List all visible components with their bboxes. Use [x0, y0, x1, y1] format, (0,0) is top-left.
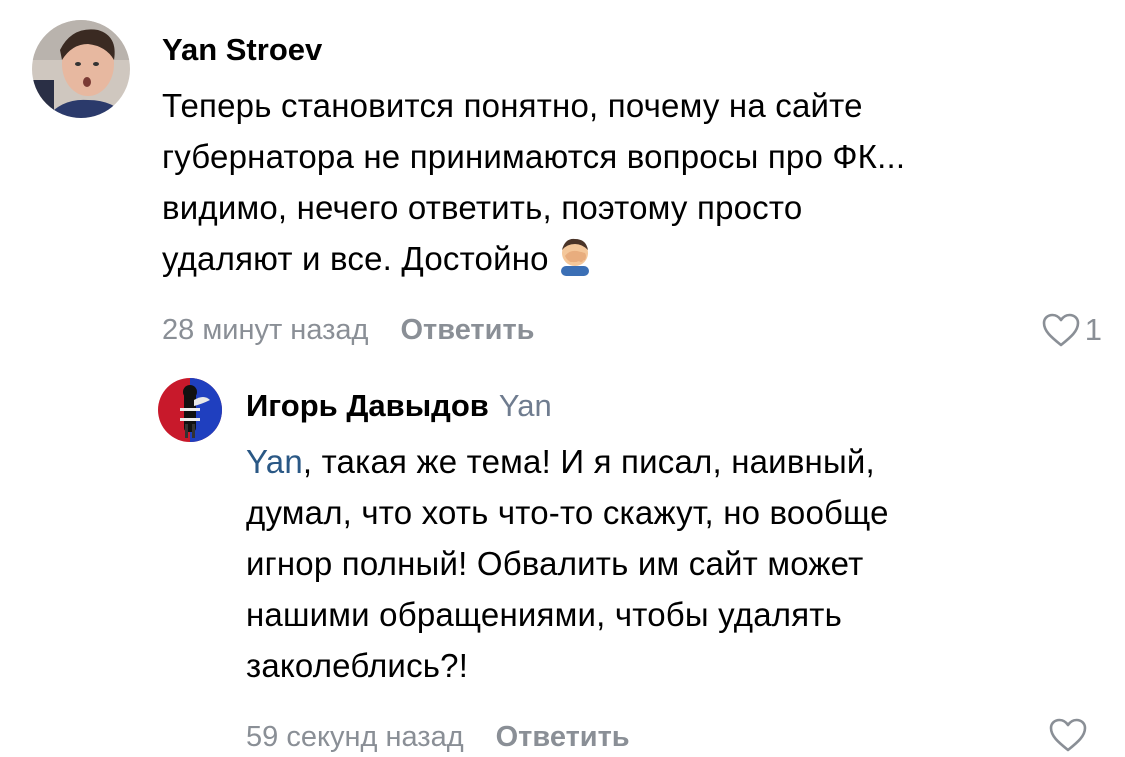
comment-text: Yan, такая же тема! И я писал, наивный, … — [246, 436, 1046, 691]
comment-text-fragment: , такая же тема! И я писал, наивный, — [302, 443, 875, 480]
comment-author[interactable]: Игорь Давыдов Yan — [246, 384, 1088, 428]
comment-time[interactable]: 28 минут назад — [162, 314, 368, 346]
like-button[interactable] — [1048, 717, 1088, 753]
author-name[interactable]: Игорь Давыдов — [246, 388, 489, 423]
comment-text-line: Yan, такая же тема! И я писал, наивный, — [246, 436, 1046, 487]
avatar[interactable] — [32, 20, 130, 118]
comment-text-fragment: удаляют и все. Достойно — [162, 240, 549, 277]
comment-text-line: удаляют и все. Достойно — [162, 233, 1082, 284]
mention-link[interactable]: Yan — [246, 443, 303, 480]
comment-text-line: губернатора не принимаются вопросы про Ф… — [162, 138, 906, 175]
comment-author[interactable]: Yan Stroev — [162, 28, 1102, 72]
reply-to-name[interactable]: Yan — [499, 388, 552, 423]
author-name[interactable]: Yan Stroev — [162, 32, 322, 67]
comment-time[interactable]: 59 секунд назад — [246, 721, 464, 753]
comment-text-line: заколеблись?! — [246, 647, 469, 684]
comment-meta: 59 секунд назад Ответить — [246, 717, 1088, 757]
comment-meta: 28 минут назад Ответить 1 — [162, 310, 1102, 350]
comment-text-line: видимо, нечего ответить, поэтому просто — [162, 189, 803, 226]
man-facepalming-emoji — [555, 236, 595, 276]
heart-outline-icon — [1049, 718, 1087, 752]
reply-button[interactable]: Ответить — [496, 721, 630, 753]
reply-button[interactable]: Ответить — [400, 314, 534, 346]
comment-text-line: Теперь становится понятно, почему на сай… — [162, 87, 863, 124]
avatar-photo — [32, 20, 130, 118]
comment-text: Теперь становится понятно, почему на сай… — [162, 80, 1082, 284]
like-count: 1 — [1084, 312, 1102, 347]
comment-text-line: нашими обращениями, чтобы удалять — [246, 596, 842, 633]
heart-outline-icon — [1042, 313, 1080, 347]
comment-text-line: думал, что хоть что-то скажут, но вообще — [246, 494, 889, 531]
comment-text-line: игнор полный! Обвалить им сайт может — [246, 545, 864, 582]
avatar-photo — [158, 378, 222, 442]
like-button[interactable]: 1 — [1041, 310, 1102, 350]
avatar[interactable] — [158, 378, 222, 442]
